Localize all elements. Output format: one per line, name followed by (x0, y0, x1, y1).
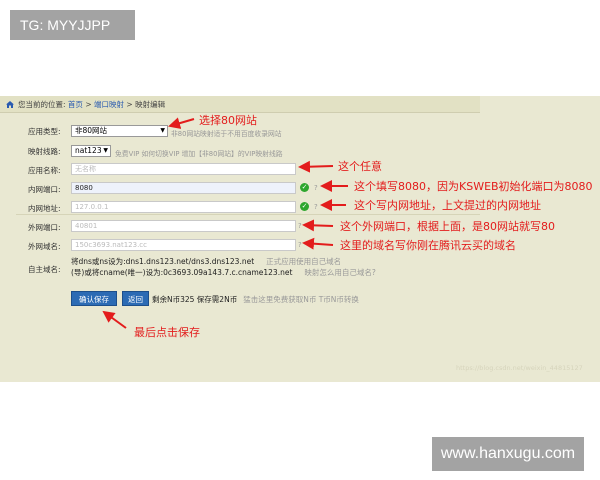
annotation-domain: 这里的域名写你刚在腾讯云买的域名 (340, 239, 516, 252)
arrow-to-outer-domain (302, 237, 334, 250)
annotation-inner-port: 这个填写8080，因为KSWEB初始化端口为8080 (354, 180, 593, 193)
arrow-to-app-name (298, 160, 334, 173)
annotation-any: 这个任意 (338, 160, 382, 173)
arrow-to-outer-port (302, 219, 334, 232)
annotation-inner-addr: 这个写内网地址，上文提过的内网地址 (354, 199, 541, 212)
annotation-select-80: 选择80网站 (199, 114, 257, 127)
site-watermark: www.hanxugu.com (432, 437, 584, 471)
arrow-to-save (102, 310, 127, 329)
arrow-to-app-type (168, 117, 195, 129)
annotation-click-save: 最后点击保存 (134, 326, 200, 339)
annotation-outer-port: 这个外网端口，根据上面，是80网站就写80 (340, 220, 555, 233)
